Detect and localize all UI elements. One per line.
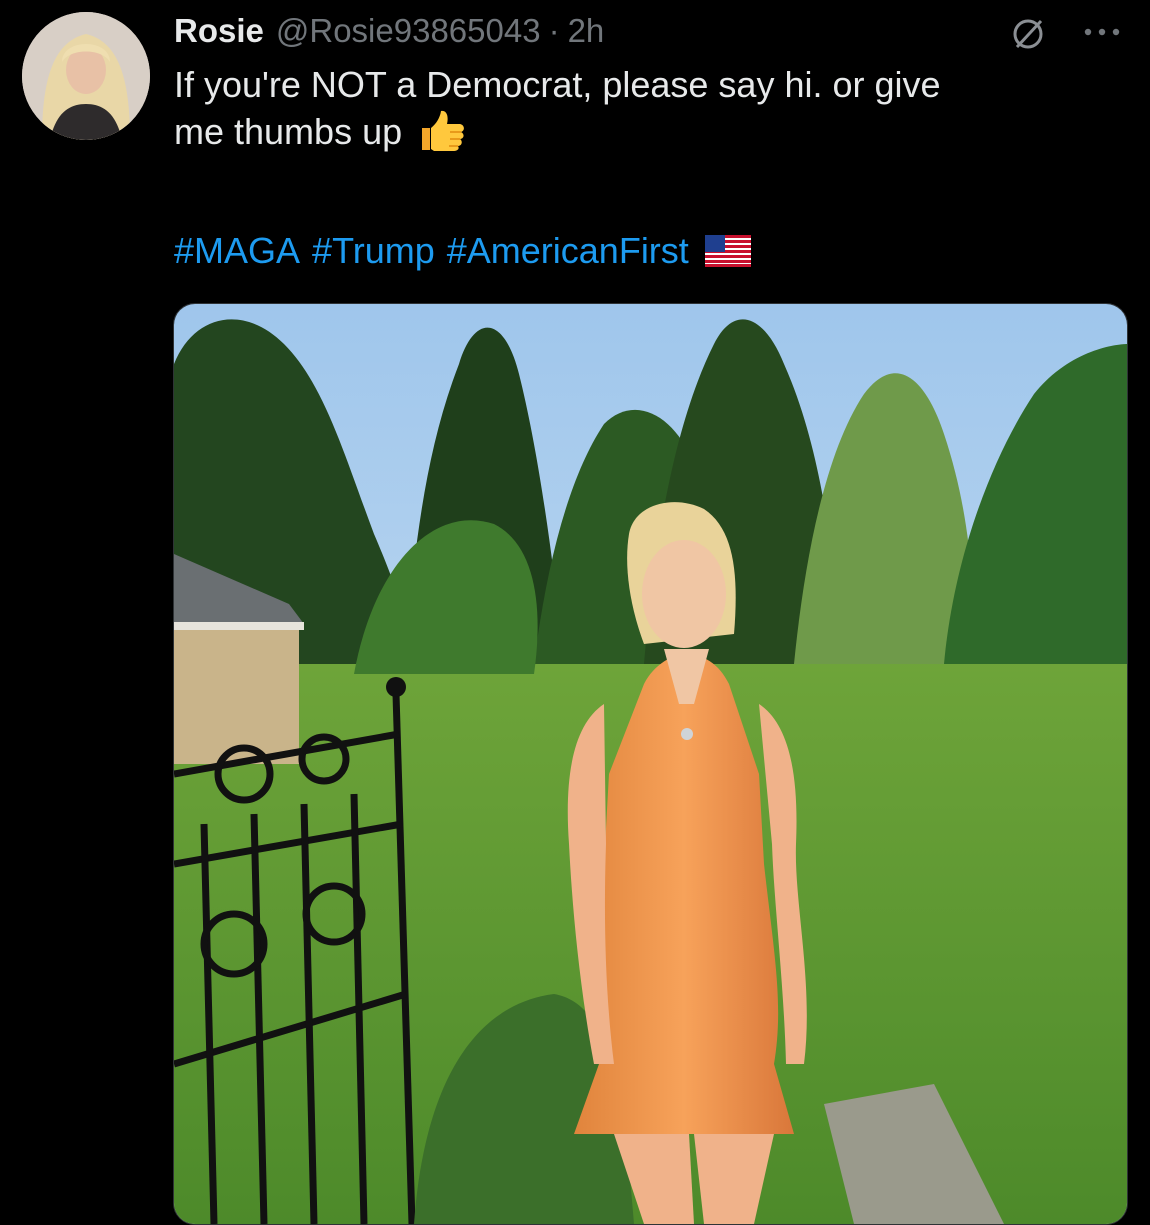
tweet-text-line-1: If you're NOT a Democrat, please say hi.… <box>174 64 941 105</box>
tweet-text-line-2-wrap: me thumbs up <box>174 108 1104 155</box>
tweet-text: If you're NOT a Democrat, please say hi.… <box>174 62 1104 155</box>
avatar[interactable] <box>22 12 150 140</box>
hashtag-americanfirst[interactable]: #AmericanFirst <box>447 228 689 274</box>
author-handle[interactable]: @Rosie93865043 <box>276 10 541 52</box>
hashtag-trump[interactable]: #Trump <box>312 228 435 274</box>
tweet-header: Rosie @Rosie93865043 · 2h <box>174 10 604 52</box>
us-flag-emoji <box>704 235 751 267</box>
more-horizontal-icon[interactable] <box>1080 20 1124 44</box>
author-name[interactable]: Rosie <box>174 10 264 52</box>
circle-slash-icon[interactable] <box>1008 14 1048 54</box>
photo-garden-scene <box>174 304 1127 1224</box>
hashtag-maga[interactable]: #MAGA <box>174 228 300 274</box>
thumbs-up-emoji <box>422 110 465 151</box>
tweet-time[interactable]: 2h <box>568 10 605 52</box>
header-separator: · <box>548 12 560 49</box>
avatar-image <box>22 12 150 140</box>
tweet[interactable]: Rosie @Rosie93865043 · 2h If you're NOT … <box>0 0 1150 1225</box>
tweet-photo[interactable] <box>173 303 1128 1225</box>
hashtags: #MAGA #Trump #AmericanFirst <box>174 228 751 274</box>
tweet-text-line-2: me thumbs up <box>174 111 403 152</box>
